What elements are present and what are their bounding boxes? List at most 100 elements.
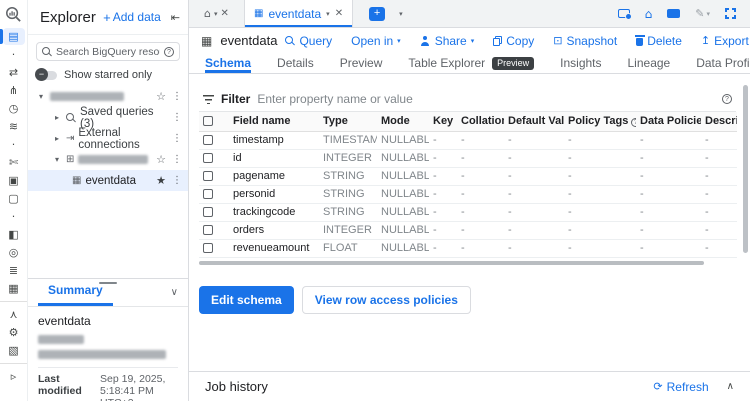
job-history-refresh-button[interactable]: ⟳ Refresh — [653, 380, 708, 394]
caret-right-icon[interactable]: ▸ — [52, 134, 62, 143]
schema-table-row: idINTEGERNULLABLE------ — [199, 149, 737, 168]
capacity-icon[interactable]: ≣ — [3, 262, 25, 279]
row-checkbox[interactable] — [203, 243, 213, 254]
snapshot-button[interactable]: ⊡ Snapshot — [553, 34, 617, 48]
help-icon[interactable]: ? — [164, 46, 174, 57]
close-icon[interactable]: ✕ — [221, 8, 229, 19]
close-icon[interactable]: ✕ — [335, 8, 343, 19]
open-in-button[interactable]: Open in ▾ — [351, 34, 401, 48]
star-outline-icon[interactable]: ☆ — [156, 90, 166, 103]
tab-home[interactable]: ⌂ ▾ ✕ — [189, 0, 245, 27]
edit-schema-button[interactable]: Edit schema — [199, 285, 294, 314]
scheduling-icon[interactable]: ◷ — [3, 100, 25, 117]
export-button[interactable]: ↥ Export — [701, 34, 749, 48]
kebab-menu-icon[interactable]: ⋮ — [170, 133, 184, 144]
tab-schema[interactable]: Schema — [205, 53, 251, 73]
caret-down-icon[interactable]: ▾ — [214, 10, 218, 18]
row-checkbox[interactable] — [203, 189, 213, 200]
monitoring-icon[interactable]: ▦ — [3, 280, 25, 297]
tree-item-project[interactable]: ▾ ☆ ⋮ — [28, 86, 188, 107]
row-checkbox[interactable] — [203, 171, 213, 182]
chevron-down-icon[interactable]: ∨ — [171, 287, 178, 306]
caret-down-icon[interactable]: ▾ — [36, 92, 46, 101]
view-row-access-policies-button[interactable]: View row access policies — [301, 285, 471, 314]
type-cell: INTEGER — [319, 221, 377, 240]
governance-icon[interactable]: ≋ — [3, 118, 25, 135]
kebab-menu-icon[interactable]: ⋮ — [170, 154, 184, 165]
select-all-checkbox[interactable] — [203, 116, 213, 127]
tab-preview[interactable]: Preview — [340, 53, 383, 73]
fullscreen-icon[interactable] — [725, 8, 736, 19]
settings-gear-icon[interactable]: ⚙ — [3, 324, 25, 341]
star-filled-icon[interactable]: ★ — [156, 174, 166, 187]
tab-data-profile[interactable]: Data Profile — [696, 53, 750, 73]
row-checkbox[interactable] — [203, 207, 213, 218]
resource-tree-icon[interactable]: ⋏ — [3, 306, 25, 323]
caret-down-icon: ▾ — [470, 36, 475, 45]
tab-eventdata[interactable]: ▦ eventdata ▾ ✕ — [245, 0, 354, 27]
row-checkbox[interactable] — [203, 225, 213, 236]
mode-cell: NULLABLE — [377, 149, 429, 168]
help-icon[interactable]: ? — [722, 94, 732, 104]
sandbox-icon[interactable]: ▢ — [3, 190, 25, 207]
explorer-icon[interactable]: ▤ — [0, 28, 25, 45]
copy-button[interactable]: Copy — [493, 34, 534, 48]
help-icon[interactable]: ? — [631, 118, 636, 128]
column-header: Field name — [229, 112, 319, 132]
tree-item-saved-queries[interactable]: ▸ Saved queries (3) ⋮ — [28, 106, 188, 130]
kebab-menu-icon[interactable]: ⋮ — [170, 91, 184, 102]
kebab-menu-icon[interactable]: ⋮ — [170, 175, 184, 186]
editor-select-control[interactable]: ✎ ▾ — [695, 7, 710, 20]
filter-input[interactable] — [257, 92, 715, 106]
transfers-icon[interactable]: ⇄ — [3, 64, 25, 81]
schema-content: Filter ? Field nameTypeModeKeyCollationD… — [189, 74, 750, 371]
split-tab-icon[interactable] — [617, 9, 632, 20]
release-notes-icon[interactable]: ▧ — [3, 342, 25, 359]
tab-insights[interactable]: Insights — [560, 53, 601, 73]
tab-details[interactable]: Details — [277, 53, 314, 73]
privacy-icon[interactable]: ▣ — [3, 172, 25, 189]
drag-handle[interactable] — [99, 282, 117, 284]
tab-lineage[interactable]: Lineage — [628, 53, 671, 73]
terminal-icon[interactable] — [667, 9, 681, 18]
search-input[interactable] — [56, 45, 160, 58]
delete-button[interactable]: Delete — [634, 34, 682, 48]
row-checkbox[interactable] — [203, 135, 213, 146]
collapse-panel-icon[interactable]: ⇤ — [171, 11, 180, 24]
empty-cell: - — [504, 149, 564, 168]
dataplex-icon[interactable]: ◎ — [3, 244, 25, 261]
expand-panel-icon[interactable]: ▹ — [3, 368, 25, 385]
empty-cell: - — [701, 239, 737, 258]
vertical-scrollbar[interactable] — [743, 85, 748, 253]
analytics-hub-icon[interactable]: ◧ — [3, 226, 25, 243]
tree-item-eventdata-table[interactable]: ▦ eventdata ★ ⋮ — [28, 170, 188, 191]
field-name-cell: timestamp — [229, 131, 319, 150]
caret-right-icon[interactable]: ▸ — [52, 113, 62, 122]
tree-item-external-connections[interactable]: ▸ ⇥ External connections ⋮ — [28, 127, 188, 151]
caret-down-icon[interactable]: ▾ — [52, 155, 62, 164]
tab-table-explorer[interactable]: Table Explorer Preview — [408, 53, 535, 73]
row-checkbox[interactable] — [203, 153, 213, 164]
horizontal-scrollbar[interactable] — [199, 260, 704, 265]
chevron-up-icon[interactable]: ∧ — [727, 381, 734, 392]
cloud-shell-icon[interactable]: ⌂ — [645, 7, 653, 21]
add-data-button[interactable]: + Add data — [103, 10, 161, 25]
star-outline-icon[interactable]: ☆ — [156, 153, 166, 166]
type-cell: INTEGER — [319, 149, 377, 168]
data-prep-icon[interactable]: ✄ — [3, 154, 25, 171]
external-connection-icon: ⇥ — [66, 133, 75, 144]
tab-summary[interactable]: Summary — [38, 283, 113, 306]
job-history-bar: Job history ⟳ Refresh ∧ — [189, 371, 750, 401]
resource-tree: ▾ ☆ ⋮ ▸ Saved queries (3) ⋮ ▸ ⇥ External… — [28, 86, 188, 191]
pipelines-icon[interactable]: ⋔ — [3, 82, 25, 99]
kebab-menu-icon[interactable]: ⋮ — [170, 112, 184, 123]
query-button[interactable]: Query — [285, 34, 332, 48]
new-tab-button[interactable]: + — [369, 6, 386, 21]
starred-toggle[interactable] — [35, 68, 57, 81]
caret-down-icon[interactable]: ▾ — [326, 10, 330, 18]
share-button[interactable]: Share ▾ — [420, 34, 475, 48]
empty-cell: - — [564, 131, 636, 150]
caret-down-icon[interactable]: ▾ — [399, 10, 403, 18]
search-icon — [285, 35, 295, 46]
tree-item-dataset[interactable]: ▾ ⊞ ☆ ⋮ — [28, 149, 188, 170]
